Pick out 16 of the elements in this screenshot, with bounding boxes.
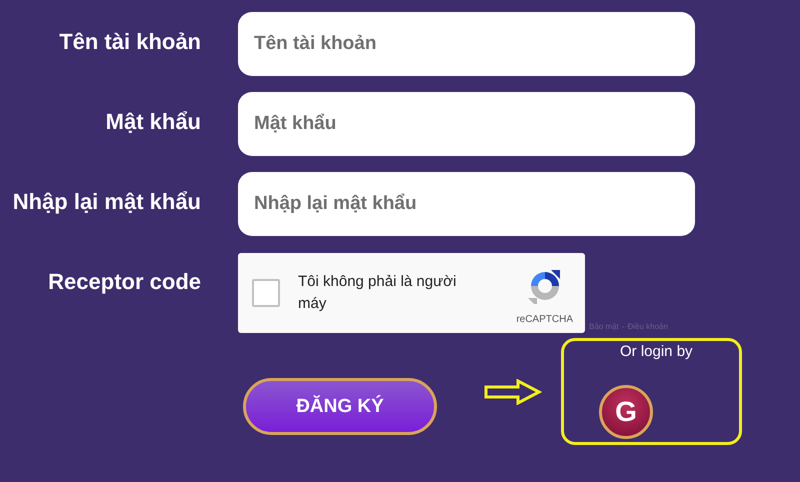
input-field[interactable]: Tên tài khoản <box>238 12 695 76</box>
captcha-text: Tôi không phải là người máy <box>298 272 458 314</box>
field-label: Mật khẩu <box>106 109 201 135</box>
register-button[interactable]: ĐĂNG KÝ <box>243 378 437 435</box>
field-label: Nhập lại mật khẩu <box>12 189 201 215</box>
checkbox[interactable] <box>252 279 280 307</box>
arrow-icon <box>484 379 542 405</box>
field-label: Receptor code <box>48 269 201 295</box>
field-label: Tên tài khoản <box>59 29 201 55</box>
separator: - <box>622 322 624 331</box>
recaptcha-logo-icon <box>526 268 563 304</box>
social-login-button[interactable]: G <box>599 385 653 439</box>
input-field[interactable]: Nhập lại mật khẩu <box>238 172 695 236</box>
social-login-heading: Or login by <box>620 343 693 360</box>
captcha-brand: reCAPTCHA <box>516 314 573 324</box>
input-field[interactable]: Mật khẩu <box>238 92 695 156</box>
